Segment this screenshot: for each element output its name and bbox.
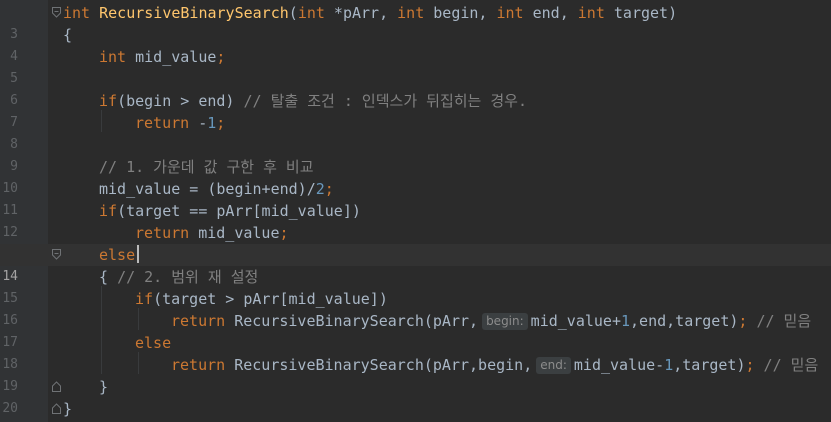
code-text: if(target == pArr[mid_value])	[99, 200, 361, 222]
text-caret	[137, 245, 140, 263]
comment: // 2. 범위 재 설정	[117, 268, 259, 286]
code-line[interactable]: 15 { // 2. 범위 재 설정	[0, 266, 831, 306]
semicolon: ;	[324, 180, 334, 198]
code-line[interactable]: 18 else	[0, 332, 831, 372]
comment: // 믿음	[754, 356, 819, 374]
comment: // 1. 가운데 값 구한 후 비교	[99, 158, 314, 176]
code-text: return -1;	[135, 112, 225, 134]
fold-close-icon[interactable]	[52, 381, 61, 392]
code-line[interactable]: 13 return mid_value;	[0, 222, 831, 262]
number-literal: 1	[207, 114, 217, 132]
code-token: mid_value	[126, 48, 217, 66]
code-text: else	[135, 332, 171, 354]
code-token: end,	[523, 4, 578, 22]
code-text: return RecursiveBinarySearch(pArr, begin:…	[171, 310, 811, 332]
keyword: else	[135, 334, 172, 352]
code-editor[interactable]: 3 int RecursiveBinarySearch(int *pArr, i…	[0, 0, 831, 422]
number-literal: 1	[664, 356, 674, 374]
keyword: return	[135, 114, 190, 132]
code-line[interactable]: 19 return RecursiveBinarySearch(pArr,beg…	[0, 354, 831, 394]
code-token: ,target)	[673, 356, 746, 374]
code-token: (target == pArr[mid_value])	[117, 202, 361, 220]
code-text: }	[99, 376, 108, 398]
code-line[interactable]: 6	[0, 68, 831, 108]
function-name: RecursiveBinarySearch	[99, 4, 289, 22]
code-token: mid_value-	[573, 356, 665, 374]
keyword: return	[171, 356, 226, 374]
keyword: if	[99, 202, 118, 220]
code-token: begin,	[424, 4, 497, 22]
keyword: else	[99, 246, 136, 264]
parameter-hint: begin:	[482, 313, 528, 330]
semicolon: ;	[216, 114, 226, 132]
code-line-current[interactable]: 14 else	[0, 244, 831, 284]
code-line[interactable]: 20 }	[0, 376, 831, 416]
number-literal: 1	[620, 312, 631, 330]
semicolon: ;	[745, 356, 755, 374]
code-text: if(target > pArr[mid_value])	[135, 288, 388, 310]
keyword: int	[297, 4, 325, 22]
fold-open-icon[interactable]	[52, 249, 61, 260]
code-line[interactable]: 4 {	[0, 24, 831, 64]
brace: {	[63, 26, 73, 44]
code-token: mid_value+	[530, 312, 621, 330]
code-line[interactable]: 11 mid_value = (begin+end)/2;	[0, 178, 831, 218]
brace: }	[63, 400, 73, 418]
code-line[interactable]: 12 if(target == pArr[mid_value])	[0, 200, 831, 240]
number-literal: 2	[315, 180, 325, 198]
code-text: }	[63, 398, 72, 420]
code-token: target)	[604, 4, 678, 22]
code-text: // 1. 가운데 값 구한 후 비교	[99, 156, 314, 178]
semicolon: ;	[216, 48, 226, 66]
code-token: mid_value	[189, 224, 280, 242]
code-text: int RecursiveBinarySearch(int *pArr, int…	[63, 2, 677, 24]
code-token: (target > pArr[mid_value])	[153, 290, 388, 308]
keyword: int	[99, 48, 127, 66]
code-line[interactable]: 3 int RecursiveBinarySearch(int *pArr, i…	[0, 2, 831, 42]
code-token: *pArr,	[324, 4, 398, 22]
keyword: int	[577, 4, 605, 22]
code-text: mid_value = (begin+end)/2;	[99, 178, 334, 200]
code-token: (pArr,begin,	[423, 356, 533, 374]
code-token: mid_value = (begin+end)/	[99, 180, 316, 198]
code-token: (begin > end)	[117, 92, 244, 110]
code-token: ,end,target)	[630, 312, 739, 330]
code-line[interactable]: 10 // 1. 가운데 값 구한 후 비교	[0, 156, 831, 196]
parameter-hint: end:	[536, 357, 571, 374]
code-token: (pArr,	[423, 312, 479, 330]
code-line[interactable]: 21 }	[0, 398, 831, 420]
semicolon: ;	[279, 224, 289, 242]
comment: // 믿음	[747, 312, 812, 330]
keyword: if	[99, 92, 118, 110]
code-text: return RecursiveBinarySearch(pArr,begin,…	[171, 354, 818, 376]
code-text: { // 2. 범위 재 설정	[99, 266, 258, 288]
fold-close-icon[interactable]	[52, 403, 61, 414]
code-token: RecursiveBinarySearch	[225, 356, 424, 374]
keyword: if	[135, 290, 154, 308]
code-line[interactable]: 7 if(begin > end) // 탈출 조건 : 인덱스가 뒤집히는 경…	[0, 90, 831, 130]
code-line[interactable]: 16 if(target > pArr[mid_value])	[0, 288, 831, 328]
code-text: {	[63, 24, 72, 46]
keyword: int	[496, 4, 524, 22]
code-text: if(begin > end) // 탈출 조건 : 인덱스가 뒤집히는 경우.	[99, 90, 527, 112]
code-text: return mid_value;	[135, 222, 289, 244]
fold-open-icon[interactable]	[52, 7, 61, 18]
keyword: int	[397, 4, 425, 22]
code-token: (	[288, 4, 298, 22]
code-line[interactable]: 5 int mid_value;	[0, 46, 831, 86]
code-line[interactable]: 9	[0, 134, 831, 174]
code-text: int mid_value;	[99, 46, 225, 68]
keyword: return	[171, 312, 226, 330]
comment: // 탈출 조건 : 인덱스가 뒤집히는 경우.	[243, 92, 528, 110]
brace: }	[99, 378, 109, 396]
code-text: else	[99, 244, 140, 266]
code-line[interactable]: 8 return -1;	[0, 112, 831, 152]
code-token: RecursiveBinarySearch	[225, 312, 424, 330]
keyword: int	[63, 4, 91, 22]
keyword: return	[135, 224, 190, 242]
code-token: -	[189, 114, 208, 132]
brace: {	[99, 268, 118, 286]
code-line[interactable]: 17 return RecursiveBinarySearch(pArr, beg…	[0, 310, 831, 350]
